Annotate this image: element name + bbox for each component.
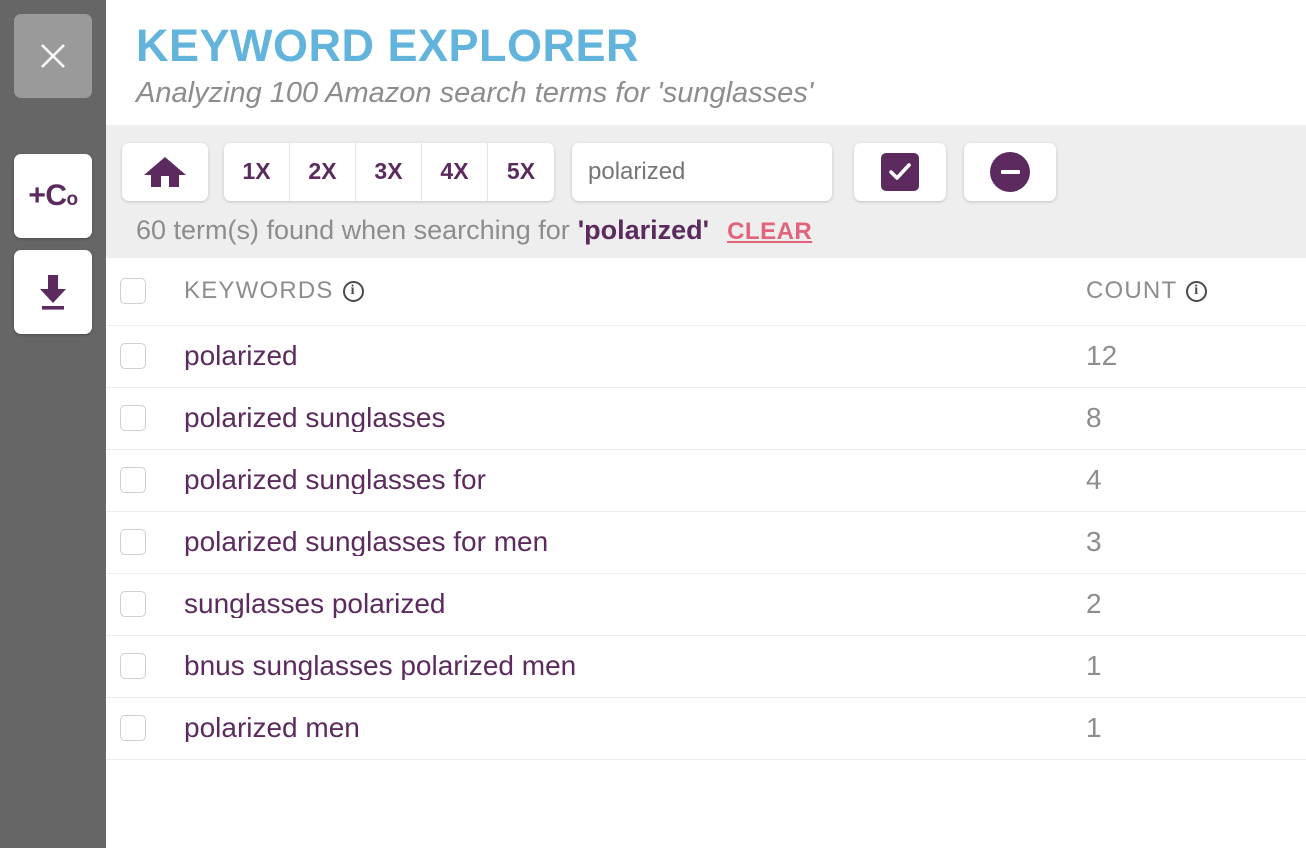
keywords-info-icon[interactable]: i	[342, 280, 364, 302]
search-field-wrapper	[572, 142, 832, 201]
row-select-cell	[120, 405, 184, 432]
close-icon	[41, 44, 65, 68]
keywords-table: KEYWORDS i COUNT i polarized 12 polarize…	[106, 257, 1306, 848]
row-count: 1	[1086, 712, 1102, 744]
column-header-count-label: COUNT	[1086, 277, 1178, 305]
row-select-cell	[120, 343, 184, 370]
column-header-keywords-label: KEYWORDS	[184, 279, 334, 304]
download-icon	[40, 275, 66, 310]
multiplier-button-2x[interactable]: 2X	[290, 142, 356, 201]
table-row[interactable]: polarized sunglasses for 4	[106, 450, 1306, 512]
multiplier-button-5x[interactable]: 5X	[488, 142, 554, 201]
row-select-cell	[120, 529, 184, 556]
row-count: 4	[1086, 464, 1102, 496]
table-row[interactable]: polarized 12	[106, 326, 1306, 388]
row-keyword: polarized sunglasses for	[184, 466, 486, 495]
toolbar-controls-row: 1X 2X 3X 4X 5X	[122, 142, 1306, 201]
clear-search-link[interactable]: CLEAR	[727, 218, 812, 246]
results-summary: 60 term(s) found when searching for 'pol…	[122, 215, 1306, 246]
row-keyword: polarized sunglasses for men	[184, 528, 549, 557]
remove-filter-button[interactable]	[964, 142, 1056, 201]
table-row[interactable]: polarized men 1	[106, 698, 1306, 760]
page-subtitle: Analyzing 100 Amazon search terms for 's…	[136, 77, 814, 110]
panel-header: KEYWORD EXPLORER Analyzing 100 Amazon se…	[106, 0, 1306, 125]
row-select-cell	[120, 467, 184, 494]
home-icon	[144, 156, 186, 187]
row-keyword: bnus sunglasses polarized men	[184, 652, 577, 681]
row-count: 8	[1086, 402, 1102, 434]
results-summary-text: 60 term(s) found when searching for	[136, 214, 570, 245]
table-row[interactable]: polarized sunglasses for men 3	[106, 512, 1306, 574]
multiplier-button-1x[interactable]: 1X	[224, 142, 290, 201]
keyword-explorer-window: +Co KEYWORD EXPLORER Analyzing 100 Amazo…	[0, 0, 1306, 848]
page-title: KEYWORD EXPLORER	[136, 20, 640, 71]
row-count: 2	[1086, 588, 1102, 620]
row-count: 1	[1086, 650, 1102, 682]
toolbar: 1X 2X 3X 4X 5X polarized 60 term(s) foun…	[106, 124, 1306, 258]
add-column-label: +C	[28, 179, 67, 212]
row-select-cell	[120, 715, 184, 742]
count-info-icon[interactable]: i	[1186, 280, 1208, 302]
download-button[interactable]	[14, 250, 92, 334]
select-all-checkbox[interactable]	[120, 278, 146, 305]
table-row[interactable]: bnus sunglasses polarized men 1	[106, 636, 1306, 698]
minus-circle-icon	[990, 151, 1030, 192]
row-select-cell	[120, 591, 184, 618]
row-checkbox[interactable]	[120, 653, 146, 680]
row-checkbox[interactable]	[120, 715, 146, 742]
select-all-cell	[120, 278, 184, 305]
row-checkbox[interactable]	[120, 343, 146, 370]
search-input[interactable]	[572, 142, 832, 201]
table-header-row: KEYWORDS i COUNT i	[106, 258, 1306, 326]
row-checkbox[interactable]	[120, 467, 146, 494]
row-keyword: polarized	[184, 342, 298, 371]
table-row[interactable]: polarized sunglasses 8	[106, 388, 1306, 450]
row-checkbox[interactable]	[120, 405, 146, 432]
minus-bar	[1000, 169, 1020, 174]
main-panel: KEYWORD EXPLORER Analyzing 100 Amazon se…	[106, 0, 1306, 848]
add-column-icon: +Co	[28, 179, 79, 212]
home-button[interactable]	[122, 142, 208, 201]
add-column-label-sub: o	[66, 189, 79, 210]
row-checkbox[interactable]	[120, 591, 146, 618]
row-keyword: polarized men	[184, 714, 360, 743]
add-column-button[interactable]: +Co	[14, 154, 92, 238]
multiplier-button-group: 1X 2X 3X 4X 5X	[224, 142, 554, 201]
row-keyword: polarized sunglasses	[184, 404, 446, 433]
close-panel-button[interactable]	[14, 14, 92, 98]
row-keyword: sunglasses polarized	[184, 590, 446, 619]
apply-filter-button[interactable]	[854, 142, 946, 201]
row-checkbox[interactable]	[120, 529, 146, 556]
results-search-term: 'polarized'	[577, 214, 710, 245]
multiplier-button-3x[interactable]: 3X	[356, 142, 422, 201]
multiplier-button-4x[interactable]: 4X	[422, 142, 488, 201]
row-count: 12	[1086, 340, 1118, 372]
checkbox-checked-icon	[881, 152, 919, 191]
row-count: 3	[1086, 526, 1102, 558]
left-sidebar: +Co	[0, 0, 106, 848]
column-header-count: COUNT i	[1054, 277, 1306, 305]
column-header-keywords: KEYWORDS i	[184, 279, 1054, 303]
row-select-cell	[120, 653, 184, 680]
table-row[interactable]: sunglasses polarized 2	[106, 574, 1306, 636]
